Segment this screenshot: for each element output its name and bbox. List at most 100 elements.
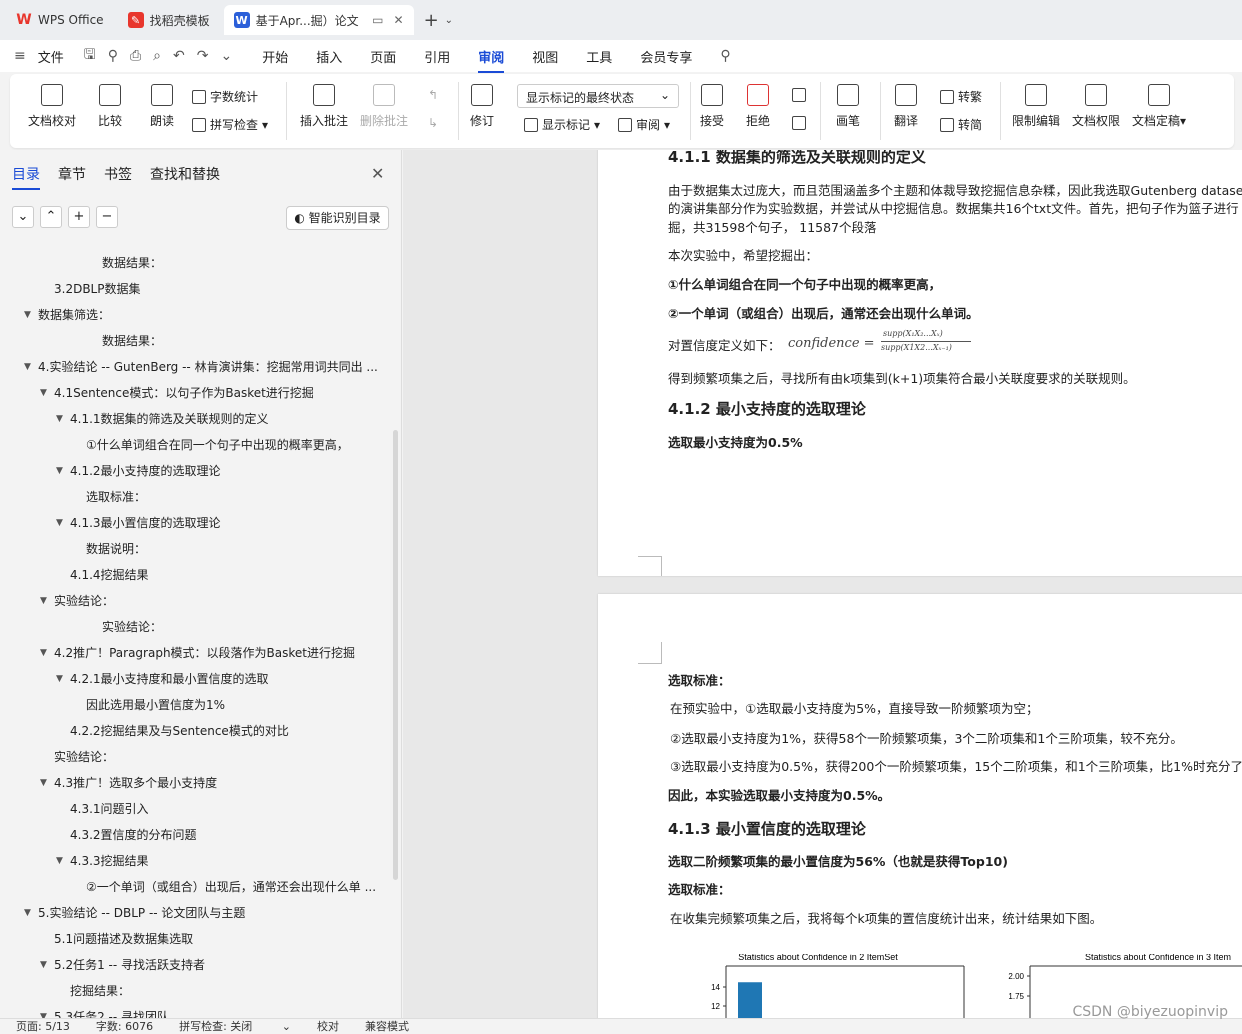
- proofread-indicator[interactable]: 校对: [317, 1018, 339, 1034]
- expand-arrow-icon[interactable]: ▼: [40, 380, 47, 406]
- menu-member[interactable]: 会员专享: [640, 47, 692, 66]
- insert-comment-button[interactable]: 插入批注: [300, 74, 348, 129]
- menu-view[interactable]: 视图: [532, 47, 558, 66]
- toc-item[interactable]: 实验结论：: [0, 744, 380, 770]
- next-comment-icon[interactable]: ↳: [428, 116, 438, 130]
- toc-scrollbar[interactable]: [393, 430, 398, 880]
- markup-state-select[interactable]: 显示标记的最终状态 ⌄: [517, 84, 679, 108]
- close-tab-icon[interactable]: ✕: [394, 13, 404, 27]
- redo-icon[interactable]: ↷: [197, 48, 209, 64]
- pen-button[interactable]: 画笔: [836, 74, 860, 129]
- menu-review[interactable]: 审阅: [478, 47, 505, 73]
- doc-check-button[interactable]: 文档校对: [28, 74, 76, 129]
- expand-arrow-icon[interactable]: ▼: [56, 666, 63, 692]
- remove-toc-icon[interactable]: −: [96, 206, 118, 228]
- next-change-icon[interactable]: [792, 116, 806, 130]
- review-pane-button[interactable]: 审阅 ▾: [618, 116, 670, 133]
- expand-arrow-icon[interactable]: ▼: [24, 354, 31, 380]
- preview-icon[interactable]: ⌕: [153, 48, 161, 64]
- toc-item[interactable]: ▼ 数据集筛选：: [0, 302, 380, 328]
- prev-comment-icon[interactable]: ↰: [428, 88, 438, 102]
- expand-arrow-icon[interactable]: ▼: [24, 302, 31, 328]
- word-count-button[interactable]: 字数统计: [192, 88, 258, 105]
- toc-item[interactable]: ▼ 4.3推广！选取多个最小支持度: [0, 770, 380, 796]
- prev-change-icon[interactable]: [792, 88, 806, 102]
- expand-arrow-icon[interactable]: ▼: [40, 640, 47, 666]
- toc-item[interactable]: 3.2DBLP数据集: [0, 276, 380, 302]
- spell-check-button[interactable]: 拼写检查 ▾: [192, 116, 268, 133]
- tab-wps-office[interactable]: W WPS Office: [6, 5, 114, 35]
- expand-arrow-icon[interactable]: ▼: [56, 458, 63, 484]
- panel-tab-toc[interactable]: 目录: [12, 164, 40, 190]
- collapse-all-icon[interactable]: ⌄: [12, 206, 34, 228]
- toc-item[interactable]: ▼ 4.1.2最小支持度的选取理论: [0, 458, 380, 484]
- page-indicator[interactable]: 页面: 5/13: [16, 1018, 70, 1034]
- menu-page[interactable]: 页面: [370, 47, 396, 66]
- spell-check-indicator[interactable]: 拼写检查: 关闭 ⌄: [179, 1018, 291, 1034]
- toc-item[interactable]: ▼ 5.2任务1 -- 寻找活跃支持者: [0, 952, 380, 978]
- add-toc-icon[interactable]: +: [68, 206, 90, 228]
- panel-tab-find-replace[interactable]: 查找和替换: [150, 164, 220, 190]
- toc-item[interactable]: ▼ 4.3.3挖掘结果: [0, 848, 380, 874]
- expand-arrow-icon[interactable]: ▼: [24, 900, 31, 926]
- undo-icon[interactable]: ↶: [173, 48, 185, 64]
- panel-tab-sections[interactable]: 章节: [58, 164, 86, 190]
- accept-button[interactable]: 接受: [700, 74, 724, 129]
- menu-insert[interactable]: 插入: [316, 47, 342, 66]
- to-simplified-button[interactable]: 转简: [940, 116, 982, 133]
- tab-daoke[interactable]: ✎ 找稻壳模板: [118, 5, 220, 35]
- expand-arrow-icon[interactable]: ▼: [56, 848, 63, 874]
- search-icon[interactable]: ⚲: [720, 48, 730, 64]
- toc-item[interactable]: 选取标准：: [0, 484, 380, 510]
- panel-tab-bookmarks[interactable]: 书签: [104, 164, 132, 190]
- menu-start[interactable]: 开始: [262, 47, 288, 66]
- more-chevron-icon[interactable]: ⌄: [220, 48, 232, 64]
- compare-button[interactable]: 比较: [98, 74, 122, 129]
- toc-item[interactable]: ▼ 4.2推广！Paragraph模式：以段落作为Basket进行挖掘: [0, 640, 380, 666]
- read-aloud-button[interactable]: 朗读: [150, 74, 174, 129]
- expand-arrow-icon[interactable]: ▼: [40, 1004, 47, 1018]
- toc-item[interactable]: 数据结果：: [0, 250, 380, 276]
- reject-button[interactable]: 拒绝: [746, 74, 770, 129]
- toc-item[interactable]: ①什么单词组合在同一个句子中出现的概率更高，: [0, 432, 380, 458]
- to-traditional-button[interactable]: 转繁: [940, 88, 982, 105]
- doc-permission-button[interactable]: 文档权限: [1072, 74, 1120, 129]
- expand-arrow-icon[interactable]: ▼: [40, 952, 47, 978]
- chevron-down-icon[interactable]: ⌄: [445, 15, 453, 26]
- toc-item[interactable]: 数据说明：: [0, 536, 380, 562]
- doc-finalize-button[interactable]: 文档定稿▾: [1132, 74, 1186, 129]
- print-icon[interactable]: ⎙: [130, 48, 141, 64]
- expand-arrow-icon[interactable]: ▼: [56, 510, 63, 536]
- toc-item[interactable]: 4.2.2挖掘结果及与Sentence模式的对比: [0, 718, 380, 744]
- revise-button[interactable]: 修订: [470, 74, 494, 129]
- toc-item[interactable]: ▼ 5.实验结论 -- DBLP -- 论文团队与主题: [0, 900, 380, 926]
- toc-item[interactable]: ▼ 5.3任务2 -- 寻找团队: [0, 1004, 380, 1018]
- word-count-indicator[interactable]: 字数: 6076: [96, 1018, 153, 1034]
- toc-item[interactable]: ▼ 4.1Sentence模式：以句子作为Basket进行挖掘: [0, 380, 380, 406]
- toc-item[interactable]: 5.1问题描述及数据集选取: [0, 926, 380, 952]
- expand-up-icon[interactable]: ⌃: [40, 206, 62, 228]
- expand-arrow-icon[interactable]: ▼: [40, 770, 47, 796]
- toc-item[interactable]: 实验结论：: [0, 614, 380, 640]
- link-icon[interactable]: ⚲: [108, 48, 118, 64]
- close-panel-icon[interactable]: ✕: [371, 164, 384, 183]
- toc-item[interactable]: ▼ 4.1.3最小置信度的选取理论: [0, 510, 380, 536]
- toc-item[interactable]: 4.1.4挖掘结果: [0, 562, 380, 588]
- toc-item[interactable]: ▼ 4.1.1数据集的筛选及关联规则的定义: [0, 406, 380, 432]
- toc-item[interactable]: ▼ 4.实验结论 -- GutenBerg -- 林肯演讲集：挖掘常用词共同出 .…: [0, 354, 380, 380]
- new-tab-button[interactable]: +: [424, 10, 439, 31]
- menu-file[interactable]: 文件: [38, 47, 64, 66]
- tab-document[interactable]: W 基于Apr...掘）论文 ▭ ✕: [223, 5, 414, 35]
- save-icon[interactable]: 🖫: [84, 44, 96, 68]
- smart-toc-button[interactable]: ◐ 智能识别目录: [286, 206, 389, 230]
- delete-comment-button[interactable]: 删除批注: [360, 74, 408, 129]
- restrict-edit-button[interactable]: 限制编辑: [1012, 74, 1060, 129]
- translate-button[interactable]: 翻译: [894, 74, 918, 129]
- toc-item[interactable]: 因此选用最小置信度为1%: [0, 692, 380, 718]
- toc-item[interactable]: 数据结果：: [0, 328, 380, 354]
- window-icon[interactable]: ▭: [372, 13, 383, 27]
- toc-item[interactable]: 4.3.1问题引入: [0, 796, 380, 822]
- show-markup-button[interactable]: 显示标记 ▾: [524, 116, 600, 133]
- toc-item[interactable]: ▼ 4.2.1最小支持度和最小置信度的选取: [0, 666, 380, 692]
- expand-arrow-icon[interactable]: ▼: [40, 588, 47, 614]
